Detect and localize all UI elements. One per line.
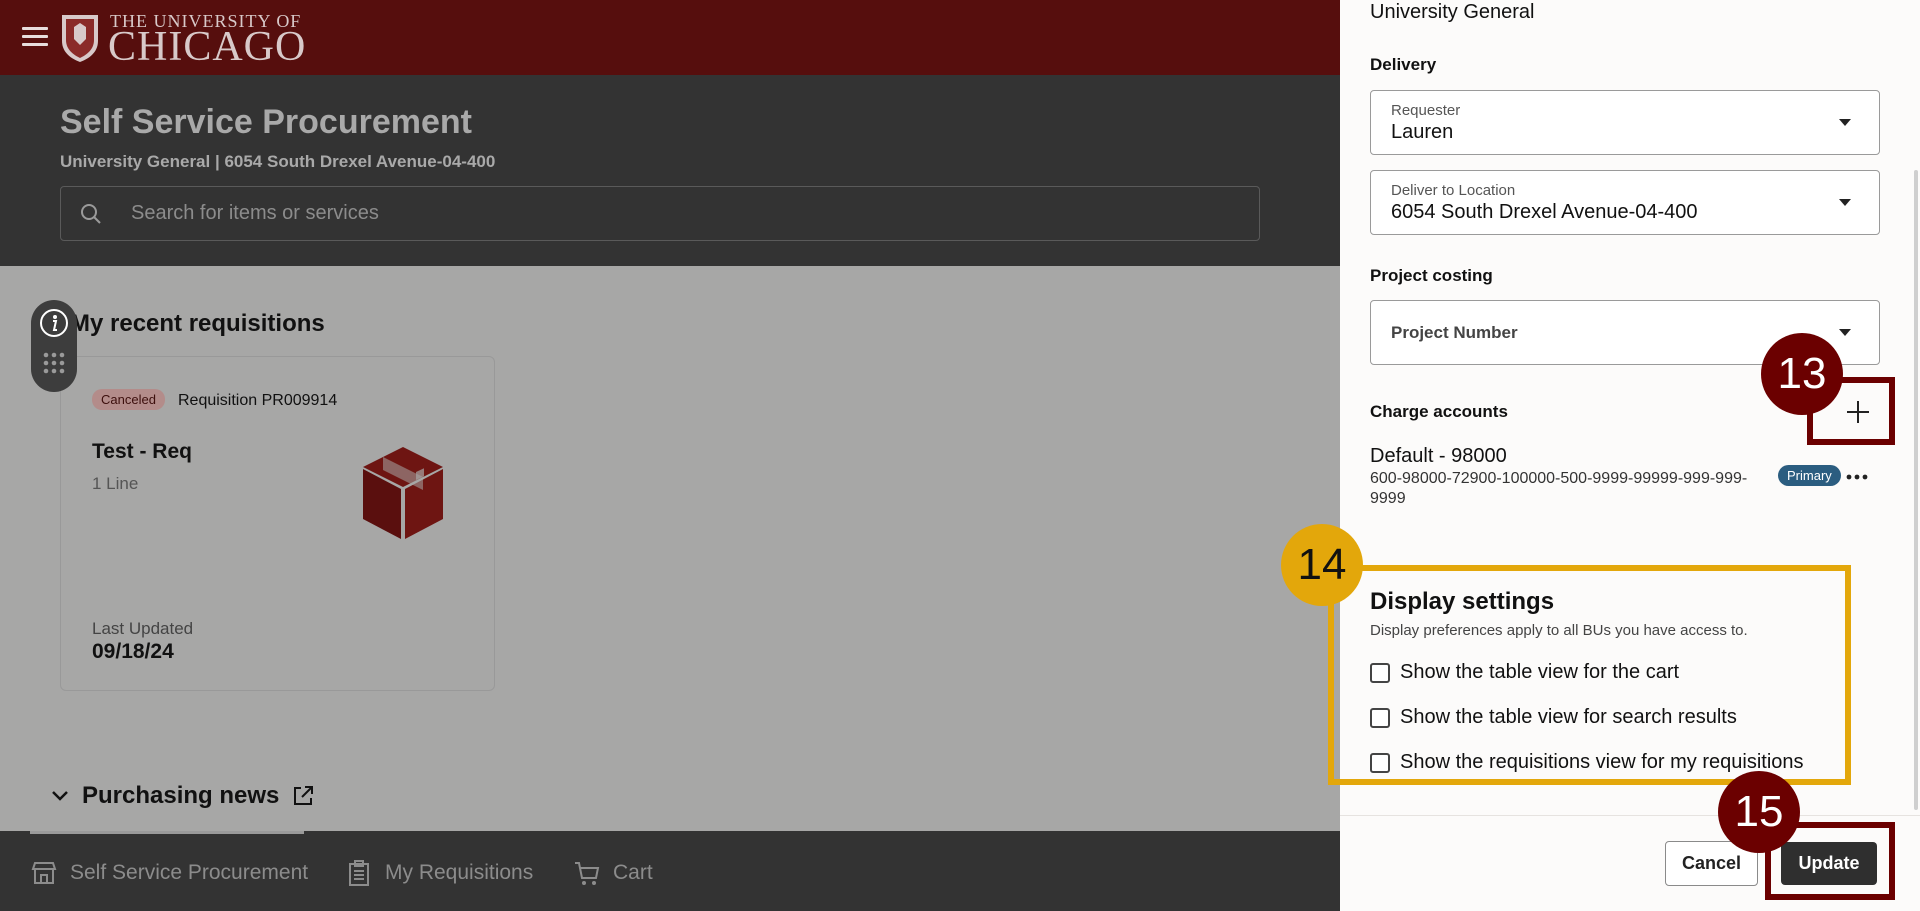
requisition-lines: 1 Line	[92, 474, 139, 493]
checkbox-label: Show the table view for search results	[1400, 706, 1737, 728]
charge-account-code: 600-98000-72900-100000-500-9999-99999-99…	[1370, 470, 1748, 507]
search-input[interactable]	[131, 187, 1231, 240]
checkbox-table-view-search[interactable]: Show the table view for search results	[1370, 706, 1737, 729]
update-button[interactable]: Update	[1781, 842, 1877, 885]
display-settings-title: Display settings	[1370, 588, 1555, 615]
menu-icon[interactable]	[22, 27, 48, 47]
university-name-main: CHICAGO	[108, 24, 307, 70]
project-number-placeholder: Project Number	[1391, 323, 1518, 342]
checkbox-requisitions-view[interactable]: Show the requisitions view for my requis…	[1370, 751, 1804, 774]
page-subtitle: University General | 6054 South Drexel A…	[60, 152, 496, 171]
requester-select[interactable]: Requester Lauren	[1370, 90, 1880, 155]
last-updated-label: Last Updated	[92, 619, 194, 638]
delivery-label: Delivery	[1370, 55, 1437, 74]
bottom-navigation: Self Service Procurement My Requisitions…	[0, 831, 1340, 911]
external-link-icon[interactable]	[291, 784, 315, 808]
active-tab-indicator	[30, 831, 304, 834]
checkbox[interactable]	[1370, 662, 1390, 683]
clipboard-icon	[349, 860, 369, 886]
requisition-name: Test - Req	[92, 440, 192, 463]
step-callout-13: 13	[1761, 333, 1843, 415]
checkbox[interactable]	[1370, 752, 1390, 773]
chevron-down-icon[interactable]	[50, 786, 70, 806]
brand-bar: THE UNIVERSITY OF CHICAGO	[0, 0, 1340, 75]
nav-label: Cart	[613, 861, 653, 884]
caret-down-icon	[1839, 119, 1851, 126]
requisition-card[interactable]: Canceled Requisition PR009914 Test - Req…	[60, 356, 495, 691]
checkbox-table-view-cart[interactable]: Show the table view for the cart	[1370, 661, 1679, 684]
info-icon[interactable]	[39, 308, 69, 338]
display-settings-description: Display preferences apply to all BUs you…	[1370, 622, 1748, 639]
project-costing-label: Project costing	[1370, 266, 1493, 285]
caret-down-icon	[1839, 329, 1851, 336]
drawer-scrollbar[interactable]	[1914, 170, 1918, 810]
step-callout-14: 14	[1281, 524, 1363, 606]
checkbox-label: Show the table view for the cart	[1400, 661, 1680, 683]
nav-label: My Requisitions	[385, 861, 534, 884]
primary-badge: Primary	[1778, 465, 1841, 486]
page-title: Self Service Procurement	[60, 103, 472, 141]
drawer-footer-divider	[1340, 815, 1920, 816]
nav-cart[interactable]: Cart	[573, 859, 653, 887]
nav-self-service-procurement[interactable]: Self Service Procurement	[30, 859, 308, 887]
assist-floating-panel	[31, 300, 77, 392]
charge-accounts-label: Charge accounts	[1370, 402, 1508, 421]
caret-down-icon	[1839, 199, 1851, 206]
status-badge: Canceled	[92, 389, 165, 410]
recent-requisitions-title: My recent requisitions	[70, 310, 325, 337]
cart-icon	[575, 862, 600, 885]
purchasing-news-section: Purchasing news	[50, 782, 315, 810]
nav-label: Self Service Procurement	[70, 861, 309, 884]
apps-grid-icon[interactable]	[42, 351, 66, 375]
search-bar[interactable]	[60, 186, 1260, 241]
more-actions-icon[interactable]	[1845, 470, 1869, 484]
deliver-to-value: 6054 South Drexel Avenue-04-400	[1391, 201, 1698, 223]
deliver-to-label: Deliver to Location	[1391, 182, 1516, 199]
purchasing-news-title: Purchasing news	[82, 782, 280, 809]
step-callout-15: 15	[1718, 771, 1800, 853]
search-icon	[81, 204, 101, 224]
charge-account-name: Default - 98000	[1370, 445, 1507, 467]
last-updated-date: 09/18/24	[92, 640, 174, 663]
add-charge-account-icon[interactable]	[1844, 398, 1872, 426]
main-content: My recent requisitions Canceled Requisit…	[0, 266, 1340, 831]
page-header: Self Service Procurement University Gene…	[0, 75, 1340, 266]
store-icon	[31, 862, 57, 884]
deliver-to-location-select[interactable]: Deliver to Location 6054 South Drexel Av…	[1370, 170, 1880, 235]
requester-value: Lauren	[1391, 121, 1454, 143]
checkbox[interactable]	[1370, 707, 1390, 728]
checkbox-label: Show the requisitions view for my requis…	[1400, 751, 1804, 773]
business-unit-value: University General	[1370, 1, 1535, 23]
requisition-number: Requisition PR009914	[178, 392, 338, 409]
university-crest-icon	[62, 15, 98, 62]
requester-label: Requester	[1391, 102, 1461, 119]
package-icon	[363, 447, 443, 539]
nav-my-requisitions[interactable]: My Requisitions	[345, 859, 533, 887]
